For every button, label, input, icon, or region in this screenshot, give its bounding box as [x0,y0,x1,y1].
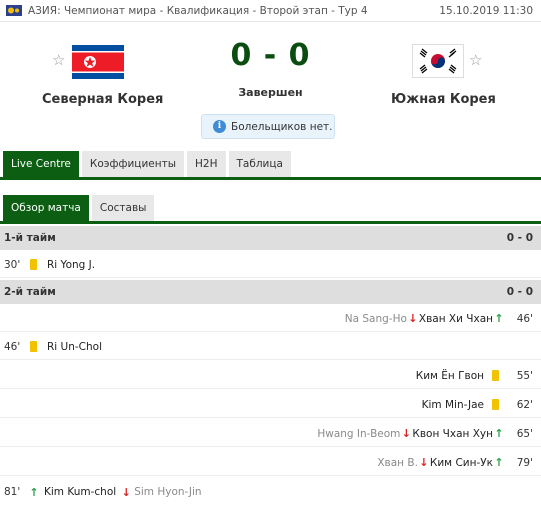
main-tabs: Live Centre Коэффициенты H2H Таблица [0,151,291,177]
arrow-down-icon: ↓ [408,312,418,325]
fans-info-box: i Болельщиков нет. [201,114,335,139]
section-title: 1-й тайм [4,232,56,244]
competition-name[interactable]: АЗИЯ: Чемпионат мира - Квалификация - Вт… [28,5,439,17]
event-minute: 65' [516,427,533,440]
away-team-name[interactable]: Южная Корея [391,92,496,107]
event-minute: 55' [516,369,533,382]
event-player-in[interactable]: Квон Чхан Хун [412,428,493,440]
event-minute: 62' [516,398,533,411]
yellow-card-icon [492,399,499,410]
arrow-up-icon: ↑ [29,485,39,499]
event-row: 30' Ri Yong J. [0,252,541,278]
event-minute: 81' [4,486,21,498]
section-score: 0 - 0 [506,286,533,298]
event-row: Hwang In-Beom ↓ Квон Чхан Хун ↑ 65' [0,421,541,447]
arrow-down-icon: ↓ [121,485,131,499]
event-row: 46' Ri Un-Chol [0,334,541,360]
event-player[interactable]: Ri Un-Chol [47,341,102,353]
competition-bar: АЗИЯ: Чемпионат мира - Квалификация - Вт… [0,0,541,22]
tab-table[interactable]: Таблица [228,151,291,177]
event-player-out[interactable]: Хван В. [377,457,418,469]
event-row: Na Sang-Ho ↓ Хван Хи Чхан ↑ 46' [0,306,541,332]
match-datetime: 15.10.2019 11:30 [439,4,533,17]
tab-lineups[interactable]: Составы [91,195,155,221]
event-player-in[interactable]: Хван Хи Чхан [419,313,493,325]
yellow-card-icon [492,370,499,381]
sub-tabs: Обзор матча Составы [0,195,155,221]
event-minute: 46' [516,312,533,325]
section-second-half: 2-й тайм 0 - 0 [0,280,541,304]
fans-info-text: Болельщиков нет. [231,120,333,133]
event-player[interactable]: Ri Yong J. [47,259,95,271]
arrow-up-icon: ↑ [494,312,504,325]
event-player-in[interactable]: Ким Син-Ук [430,457,493,469]
event-minute: 79' [516,456,533,469]
tab-odds[interactable]: Коэффициенты [81,151,185,177]
arrow-up-icon: ↑ [494,427,504,440]
section-title: 2-й тайм [4,286,56,298]
event-player[interactable]: Ким Ён Гвон [416,370,484,382]
event-minute: 30' [4,258,21,271]
yellow-card-icon [30,341,37,352]
away-team-flag[interactable] [412,44,464,78]
arrow-down-icon: ↓ [401,427,412,440]
yellow-card-icon [30,259,37,270]
tab-h2h[interactable]: H2H [187,151,226,177]
event-minute: 46' [4,340,21,353]
event-player-out[interactable]: Na Sang-Ho [345,313,407,325]
section-score: 0 - 0 [506,232,533,244]
tab-match-summary[interactable]: Обзор матча [3,195,89,221]
arrow-down-icon: ↓ [419,456,429,469]
section-first-half: 1-й тайм 0 - 0 [0,226,541,250]
event-player-out[interactable]: Sim Hyon-Jin [134,486,201,498]
event-row: Ким Ён Гвон 55' [0,363,541,389]
trophy-icon [6,5,22,16]
event-row: Kim Min-Jae 62' [0,392,541,418]
star-outline-icon[interactable]: ☆ [469,53,482,68]
event-player-out[interactable]: Hwang In-Beom [317,428,400,440]
arrow-up-icon: ↑ [494,456,504,469]
info-icon: i [213,120,226,133]
event-row: Хван В. ↓ Ким Син-Ук ↑ 79' [0,450,541,476]
event-player[interactable]: Kim Min-Jae [422,399,484,411]
event-row: 81' ↑ Kim Kum-chol ↓ Sim Hyon-Jin [0,479,541,505]
tab-live-centre[interactable]: Live Centre [3,151,79,177]
subtabs-underline [0,221,541,224]
event-player-in[interactable]: Kim Kum-chol [44,486,116,498]
tabs-underline [0,177,541,180]
